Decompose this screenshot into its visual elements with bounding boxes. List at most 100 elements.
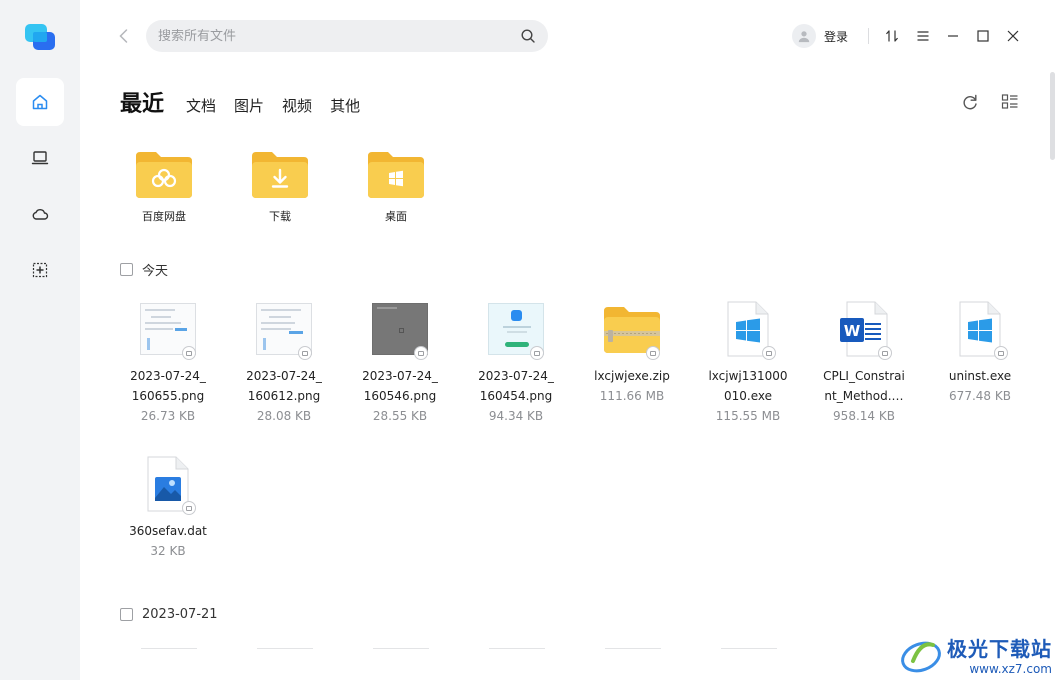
file-item[interactable]: 2023-07-24_ 160454.png 94.34 KB	[461, 298, 571, 426]
device-badge-icon	[762, 346, 776, 360]
menu-button[interactable]	[913, 26, 933, 46]
download-folder-icon	[252, 152, 308, 198]
sort-arrows-icon	[886, 30, 898, 42]
menu-icon	[917, 31, 929, 41]
file-size: 958.14 KB	[833, 409, 895, 423]
close-icon	[1007, 30, 1019, 42]
file-item[interactable]: 2023-07-24_ 160612.png 28.08 KB	[229, 298, 339, 426]
file-item-partial	[141, 648, 197, 649]
device-badge-icon	[646, 346, 660, 360]
baidu-netdisk-folder-icon	[136, 152, 192, 198]
quick-folder-desktop[interactable]: 桌面	[351, 148, 441, 224]
file-name: 360sefav.dat	[129, 524, 207, 538]
app-window: 登录 最近 文档 图片 视频 其他 百度网盘	[0, 0, 1060, 680]
device-badge-icon	[414, 346, 428, 360]
nav-computer-button[interactable]	[16, 134, 64, 182]
file-name: 2023-07-24_ 160546.png	[362, 369, 438, 403]
image-file-icon	[132, 453, 204, 515]
laptop-icon	[31, 151, 49, 165]
image-thumbnail	[480, 298, 552, 360]
refresh-button[interactable]	[960, 92, 980, 112]
search-input[interactable]	[158, 28, 512, 44]
file-item[interactable]: uninst.exe 677.48 KB	[925, 298, 1035, 406]
file-item[interactable]: W CPLI_Constrai nt_Method.… 958.14 KB	[809, 298, 919, 426]
section-label: 今天	[142, 264, 169, 279]
zip-file-icon	[596, 298, 668, 360]
file-name: 2023-07-24_ 160612.png	[246, 369, 322, 403]
file-item[interactable]: 2023-07-24_ 160655.png 26.73 KB	[113, 298, 223, 426]
svg-text:W: W	[844, 322, 861, 340]
device-badge-icon	[878, 346, 892, 360]
file-item-partial	[721, 648, 777, 649]
file-item[interactable]: 2023-07-24_ 160546.png 28.55 KB	[345, 298, 455, 426]
quick-folder-baidu-netdisk[interactable]: 百度网盘	[119, 148, 209, 224]
file-item-partial	[257, 648, 313, 649]
watermark-brand: 极光下载站	[947, 637, 1052, 661]
file-size: 677.48 KB	[949, 389, 1011, 403]
nav-cloud-button[interactable]	[16, 190, 64, 238]
login-label: 登录	[824, 29, 849, 44]
file-item[interactable]: lxcjwj131000 010.exe 115.55 MB	[693, 298, 803, 426]
tab-images[interactable]: 图片	[234, 95, 264, 116]
file-item-partial	[373, 648, 429, 649]
tab-videos[interactable]: 视频	[282, 95, 312, 116]
avatar	[792, 24, 816, 48]
refresh-icon	[963, 94, 977, 110]
maximize-button[interactable]	[973, 26, 993, 46]
tab-documents[interactable]: 文档	[186, 95, 216, 116]
app-logo-icon	[23, 20, 57, 54]
category-tabs: 最近 文档 图片 视频 其他	[120, 86, 378, 118]
section-label: 2023-07-21	[142, 607, 218, 622]
minimize-icon	[948, 35, 958, 37]
nav-home-button[interactable]	[16, 78, 64, 126]
home-icon	[32, 94, 48, 110]
file-size: 32 KB	[150, 544, 186, 558]
cloud-icon	[32, 209, 49, 220]
maximize-icon	[977, 30, 989, 42]
quick-folder-downloads[interactable]: 下载	[235, 148, 325, 224]
file-size: 28.08 KB	[256, 409, 312, 423]
back-button[interactable]	[114, 26, 134, 46]
desktop-folder-icon	[368, 152, 424, 198]
file-name: uninst.exe	[948, 369, 1012, 383]
file-name: lxcjwj131000 010.exe	[708, 369, 788, 403]
device-badge-icon	[298, 346, 312, 360]
file-item[interactable]: 360sefav.dat 32 KB	[113, 453, 223, 561]
nav-add-button[interactable]	[16, 246, 64, 294]
add-box-icon	[32, 262, 48, 278]
login-button[interactable]: 登录	[792, 24, 848, 48]
device-badge-icon	[530, 346, 544, 360]
image-thumbnail	[364, 298, 436, 360]
watermark-logo-icon	[901, 641, 941, 672]
toolbar-divider	[868, 28, 869, 44]
device-badge-icon	[182, 346, 196, 360]
device-badge-icon	[994, 346, 1008, 360]
sort-button[interactable]	[882, 26, 902, 46]
chevron-left-icon	[119, 29, 128, 43]
search-icon[interactable]	[520, 28, 536, 44]
file-name: lxcjwjexe.zip	[594, 369, 670, 383]
minimize-button[interactable]	[943, 26, 963, 46]
exe-file-icon	[944, 298, 1016, 360]
close-button[interactable]	[1003, 26, 1023, 46]
watermark-url: www.xz7.com	[969, 662, 1052, 676]
word-file-icon: W	[828, 298, 900, 360]
quick-folder-label: 百度网盘	[142, 210, 186, 223]
file-item[interactable]: lxcjwjexe.zip 111.66 MB	[577, 298, 687, 406]
section-select-checkbox[interactable]	[120, 263, 133, 276]
scrollbar[interactable]	[1050, 72, 1055, 160]
watermark: 极光下载站 www.xz7.com	[899, 633, 1052, 676]
file-size: 28.55 KB	[372, 409, 428, 423]
list-view-icon	[1001, 94, 1018, 109]
file-item-partial	[489, 648, 545, 649]
search-bar[interactable]	[146, 20, 548, 52]
quick-folder-label: 桌面	[385, 210, 407, 223]
quick-folder-label: 下载	[269, 210, 291, 223]
tab-other[interactable]: 其他	[330, 95, 360, 116]
tab-recent[interactable]: 最近	[120, 86, 164, 118]
view-mode-button[interactable]	[1000, 92, 1020, 112]
section-header-date: 2023-07-21	[120, 607, 218, 622]
image-thumbnail	[132, 298, 204, 360]
section-select-checkbox[interactable]	[120, 608, 133, 621]
file-size: 26.73 KB	[140, 409, 196, 423]
